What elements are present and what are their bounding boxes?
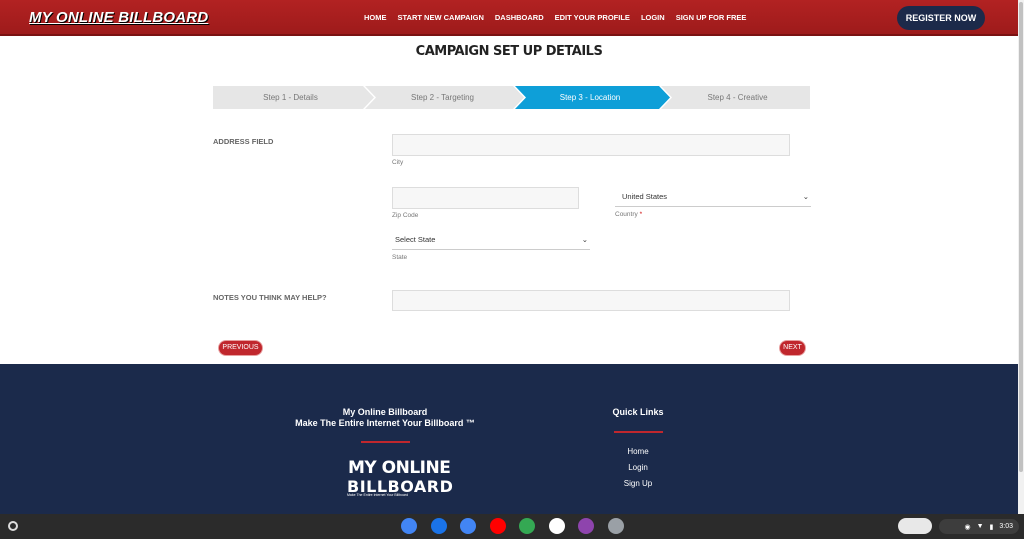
footer-tagline: Make The Entire Internet Your Billboard … [295, 418, 475, 428]
step-1-label[interactable]: Step 1 - Details [213, 86, 368, 109]
docs-icon[interactable] [460, 518, 476, 534]
launcher-icon[interactable] [8, 521, 18, 531]
chevron-down-icon: ⌄ [581, 235, 588, 244]
step-progress: Step 1 - Details Step 2 - Targeting Step… [213, 86, 810, 109]
nav-edit-profile[interactable]: EDIT YOUR PROFILE [555, 13, 630, 22]
play-store-icon[interactable] [519, 518, 535, 534]
scrollbar-thumb[interactable] [1019, 2, 1023, 472]
battery-icon: ▮ [989, 523, 994, 531]
quick-links-divider [614, 431, 663, 433]
state-caption: State [392, 254, 408, 261]
clock: 3:03 [999, 523, 1013, 530]
quick-links-title: Quick Links [612, 407, 664, 417]
register-now-button[interactable]: REGISTER NOW [897, 6, 985, 30]
settings-app-icon[interactable] [607, 518, 624, 534]
nav-start-new-campaign[interactable]: START NEW CAMPAIGN [398, 13, 484, 22]
wifi-icon: ▼ [976, 523, 984, 530]
youtube-icon[interactable] [489, 518, 506, 534]
site-header: MY ONLINE BILLBOARD HOME START NEW CAMPA… [0, 0, 1018, 36]
nav-dashboard[interactable]: DASHBOARD [495, 13, 544, 22]
city-input[interactable] [392, 134, 790, 156]
state-select[interactable]: Select State ⌄ [392, 230, 590, 250]
previous-button[interactable]: PREVIOUS [219, 341, 262, 355]
required-asterisk: * [639, 211, 643, 218]
page-title: CAMPAIGN SET UP DETAILS [415, 44, 603, 59]
files-icon[interactable] [430, 518, 447, 534]
footer-link-login[interactable]: Login [590, 463, 686, 472]
step-2-label[interactable]: Step 2 - Targeting [365, 86, 520, 109]
vertical-scrollbar[interactable] [1018, 0, 1024, 514]
footer-logo-line1: MY ONLINE [348, 458, 451, 478]
chrome-icon[interactable] [401, 518, 417, 534]
nav-sign-up[interactable]: SIGN UP FOR FREE [676, 13, 747, 22]
address-field-label: ADDRESS FIELD [213, 137, 274, 146]
picsart-icon[interactable] [578, 518, 594, 534]
site-footer: My Online Billboard Make The Entire Inte… [0, 364, 1018, 514]
os-taskbar: ◉ ▼ ▮ 3:03 [0, 514, 1024, 539]
notes-input[interactable] [392, 290, 790, 311]
zip-code-input[interactable] [392, 187, 579, 209]
country-select[interactable]: United States ⌄ [615, 187, 811, 207]
footer-link-sign-up[interactable]: Sign Up [590, 479, 686, 488]
site-logo[interactable]: MY ONLINE BILLBOARD [29, 9, 208, 26]
user-avatar-pill[interactable] [898, 518, 932, 534]
country-selected-value: United States [622, 192, 668, 201]
play-movies-icon[interactable] [548, 518, 565, 534]
state-selected-value: Select State [395, 235, 436, 244]
notes-label: NOTES YOU THINK MAY HELP? [213, 293, 327, 302]
next-button[interactable]: NEXT [780, 341, 805, 355]
country-caption-text: Country [615, 211, 638, 218]
chevron-down-icon: ⌄ [802, 192, 809, 201]
status-tray[interactable]: ◉ ▼ ▮ 3:03 [939, 519, 1019, 534]
browser-page: MY ONLINE BILLBOARD HOME START NEW CAMPA… [0, 0, 1024, 539]
country-caption: Country * [615, 211, 642, 218]
footer-link-home[interactable]: Home [590, 447, 686, 456]
notification-icon: ◉ [964, 523, 971, 531]
nav-home[interactable]: HOME [364, 13, 387, 22]
footer-logo-tagline: Make The Entire Internet Your Billboard [347, 493, 409, 497]
main-nav: HOME START NEW CAMPAIGN DASHBOARD EDIT Y… [364, 13, 746, 22]
zip-code-caption: Zip Code [392, 212, 419, 219]
nav-login[interactable]: LOGIN [641, 13, 665, 22]
footer-divider [361, 441, 410, 443]
city-caption: City [392, 159, 404, 166]
step-3-label[interactable]: Step 3 - Location [515, 86, 665, 109]
step-4-label[interactable]: Step 4 - Creative [665, 86, 810, 109]
